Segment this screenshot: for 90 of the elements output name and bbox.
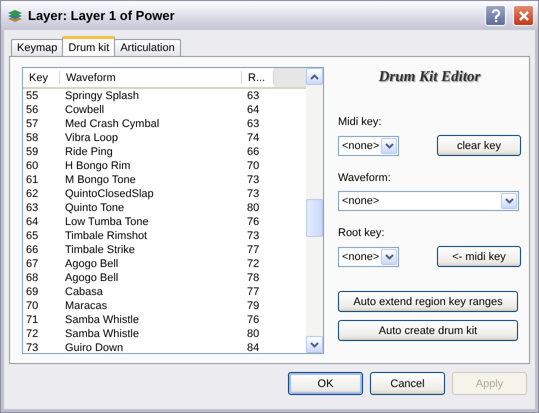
table-cell-text: Low Tumba Tone — [64, 216, 150, 228]
table-cell-text: 76 — [246, 216, 260, 228]
tab[interactable]: Keymap — [11, 39, 64, 56]
caret-down-icon — [310, 342, 319, 348]
table-cell-text: Vibra Loop — [64, 132, 120, 144]
close-button[interactable] — [513, 5, 534, 26]
window-title: Layer: Layer 1 of Power — [28, 8, 175, 23]
table-cell-text: Samba Whistle — [64, 314, 140, 326]
scroll-thumb[interactable] — [306, 199, 323, 237]
table-cell-text: 63 — [25, 202, 40, 214]
caret-down-icon — [504, 198, 514, 204]
dialog-button[interactable]: OK — [288, 372, 363, 395]
table-cell-text: 84 — [246, 342, 260, 353]
table-cell-text: QuintoClosedSlap — [64, 188, 155, 200]
midi-key-dropdown[interactable]: <none> — [338, 136, 399, 156]
question-mark-icon — [490, 8, 500, 22]
table-cell-text: 73 — [246, 188, 260, 200]
table-cell-text: 56 — [25, 104, 40, 116]
table-cell-text: 58 — [25, 132, 40, 144]
table-cell-text: 80 — [246, 202, 260, 214]
table-cell-text: Guiro Down — [64, 342, 124, 353]
table-cell-text: Springy Splash — [64, 90, 140, 102]
scroll-up-button[interactable] — [306, 68, 323, 85]
action-button[interactable]: Auto create drum kit — [338, 320, 518, 341]
table-cell-text: 79 — [246, 300, 260, 312]
table-cell-text: 70 — [246, 160, 260, 172]
table-cell-text: Cabasa — [64, 286, 104, 298]
table-cell-text: 57 — [25, 118, 40, 130]
table-cell-text: 62 — [25, 188, 40, 200]
caret-down-icon — [384, 254, 394, 260]
table-cell-text: 72 — [246, 258, 260, 270]
table-cell-text: 66 — [25, 244, 40, 256]
table-cell-text: 73 — [246, 230, 260, 242]
table-cell-text: 61 — [25, 174, 40, 186]
table-cell-text: Timbale Rimshot — [64, 230, 148, 242]
table-cell-text: 70 — [25, 300, 40, 312]
waveform-dropdown[interactable]: <none> — [338, 191, 519, 211]
table-cell-text: 63 — [246, 118, 260, 130]
table-cell-text: 77 — [246, 244, 260, 256]
table-cell-text: 67 — [25, 258, 40, 270]
table-cell-text: Agogo Bell — [64, 272, 120, 284]
table-cell-text: Samba Whistle — [64, 328, 140, 340]
editor-title: Drum Kit Editor — [378, 69, 482, 86]
table-cell-text: Ride Ping — [64, 146, 114, 158]
table-cell-text: 68 — [25, 272, 40, 284]
table-cell-text: 55 — [25, 90, 40, 102]
table-cell-text: Cowbell — [64, 104, 106, 116]
field-label: Root key: — [338, 227, 386, 240]
table-cell-text: 72 — [25, 328, 40, 340]
table-cell-text: 66 — [246, 146, 260, 158]
close-icon — [518, 10, 530, 22]
table-cell-text: Timbale Strike — [64, 244, 136, 256]
table-cell-text: 64 — [246, 104, 260, 116]
caret-up-icon — [310, 74, 319, 80]
table-cell-text: 73 — [25, 342, 40, 353]
table-cell-text: H Bongo Rim — [64, 160, 132, 172]
table-cell-text: Maracas — [64, 300, 108, 312]
table-cell-text: 71 — [25, 314, 40, 326]
table-cell-text: 73 — [246, 174, 260, 186]
clear-key-button[interactable]: clear key — [437, 135, 521, 156]
table-cell-text: 76 — [246, 314, 260, 326]
table-cell-text: 69 — [25, 286, 40, 298]
tab[interactable]: Drum kit — [62, 36, 116, 56]
table-cell-text: Med Crash Cymbal — [64, 118, 160, 130]
caret-down-icon — [384, 142, 394, 148]
table-cell-text: M Bongo Tone — [64, 174, 137, 186]
table-cell-text: Quinto Tone — [64, 202, 126, 214]
table-cell-text: 74 — [246, 132, 260, 144]
root-key-dropdown[interactable]: <none> — [338, 246, 399, 266]
scroll-down-button[interactable] — [306, 336, 323, 353]
tab[interactable]: Articulation — [114, 39, 181, 56]
midi-key-button[interactable]: <- midi key — [437, 246, 521, 267]
table-cell-text: 63 — [246, 90, 260, 102]
table-cell-text: Agogo Bell — [64, 258, 120, 270]
dialog-button[interactable]: Cancel — [370, 372, 445, 395]
table-cell-text: 59 — [25, 146, 40, 158]
field-label: Waveform: — [338, 172, 392, 185]
action-button[interactable]: Auto extend region key ranges — [338, 291, 518, 312]
column-header[interactable]: Key — [23, 71, 60, 84]
table-cell-text: 60 — [25, 160, 40, 172]
table-cell-text: 64 — [25, 216, 40, 228]
table-cell-text: 78 — [246, 272, 260, 284]
table-cell-text: 77 — [246, 286, 260, 298]
column-header — [274, 68, 306, 87]
help-button[interactable] — [485, 5, 506, 26]
column-header[interactable]: Waveform — [60, 71, 242, 84]
field-label: Midi key: — [338, 116, 382, 129]
table-cell-text: 65 — [25, 230, 40, 242]
table-cell-text: 80 — [246, 328, 260, 340]
layers-icon — [7, 8, 23, 24]
